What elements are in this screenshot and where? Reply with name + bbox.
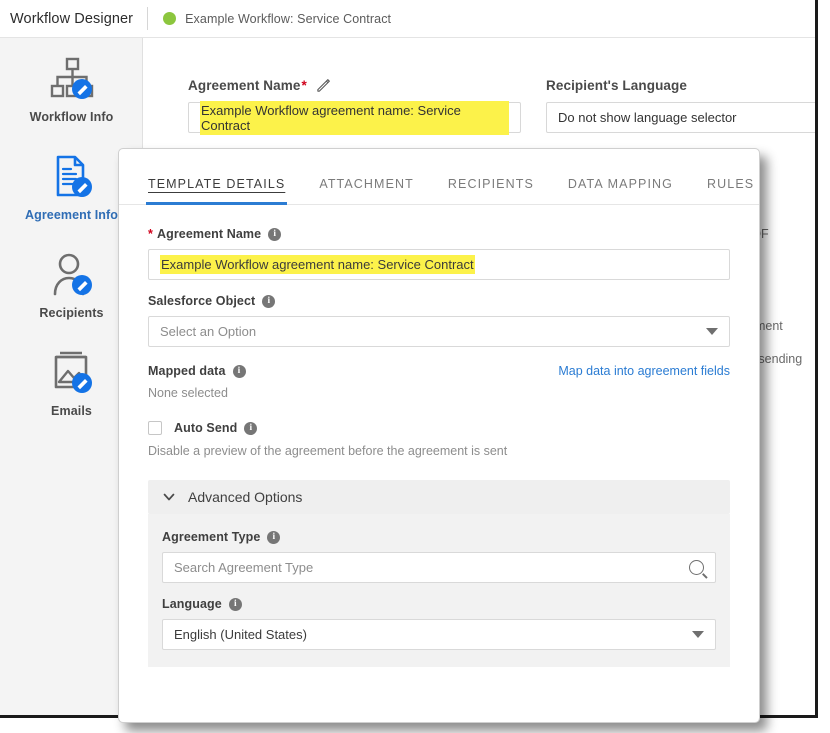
language-select[interactable]: English (United States)	[162, 619, 716, 650]
salesforce-object-placeholder: Select an Option	[160, 324, 257, 339]
recipients-language-field-group: Recipient's Language Do not show languag…	[546, 78, 815, 133]
auto-send-checkbox[interactable]	[148, 421, 162, 435]
modal-agreement-name-input[interactable]: Example Workflow agreement name: Service…	[148, 249, 730, 280]
agreement-type-group: Agreement Type i Search Agreement Type	[162, 530, 716, 583]
info-icon[interactable]: i	[267, 530, 281, 544]
language-label: Language i	[162, 597, 716, 611]
required-marker: *	[301, 78, 307, 93]
required-marker: *	[148, 227, 153, 241]
recipients-language-select[interactable]: Do not show language selector	[546, 102, 815, 133]
email-image-edit-icon	[48, 345, 96, 395]
info-icon[interactable]: i	[232, 364, 246, 378]
advanced-options-title: Advanced Options	[188, 489, 303, 505]
info-icon[interactable]: i	[268, 227, 282, 241]
workflow-hierarchy-icon	[48, 51, 96, 101]
chevron-down-icon	[692, 631, 704, 638]
salesforce-object-select[interactable]: Select an Option	[148, 316, 730, 347]
agreement-type-search-input[interactable]: Search Agreement Type	[162, 552, 716, 583]
workflow-status: Example Workflow: Service Contract	[148, 12, 391, 26]
chevron-down-icon	[706, 328, 718, 335]
auto-send-description: Disable a preview of the agreement befor…	[148, 444, 508, 458]
mapped-data-label: Mapped data i	[148, 364, 246, 378]
document-edit-icon	[48, 149, 96, 199]
agreement-type-placeholder: Search Agreement Type	[174, 560, 314, 575]
salesforce-object-group: Salesforce Object i Select an Option	[148, 294, 730, 347]
language-group: Language i English (United States)	[162, 597, 716, 650]
agreement-name-value: Example Workflow agreement name: Service…	[200, 100, 509, 135]
green-status-dot-icon	[163, 12, 177, 25]
info-icon[interactable]: i	[228, 597, 242, 611]
modal-agreement-name-label: * Agreement Name i	[148, 227, 730, 241]
recipients-language-value: Do not show language selector	[558, 110, 737, 125]
agreement-name-label: Agreement Name *	[188, 78, 521, 93]
search-icon[interactable]	[689, 560, 704, 575]
tab-recipients[interactable]: RECIPIENTS	[448, 177, 534, 204]
mapped-data-value: None selected	[148, 386, 228, 400]
advanced-options-header[interactable]: Advanced Options	[148, 480, 730, 514]
tab-rules[interactable]: RULES	[707, 177, 754, 204]
mapped-data-group: Mapped data i Map data into agreement fi…	[148, 364, 730, 400]
sidebar-item-workflow-info[interactable]: Workflow Info	[0, 38, 143, 136]
pencil-icon[interactable]	[316, 78, 331, 93]
agreement-type-label: Agreement Type i	[162, 530, 716, 544]
agreement-name-input[interactable]: Example Workflow agreement name: Service…	[188, 100, 521, 135]
workflow-name: Example Workflow: Service Contract	[185, 11, 392, 26]
mapped-data-header: Mapped data i Map data into agreement fi…	[148, 364, 730, 378]
chevron-down-icon	[162, 490, 176, 504]
salesforce-object-label: Salesforce Object i	[148, 294, 730, 308]
tab-attachment[interactable]: ATTACHMENT	[319, 177, 414, 204]
info-icon[interactable]: i	[262, 294, 276, 308]
sidebar-label: Emails	[51, 403, 92, 418]
modal-agreement-name-value: Example Workflow agreement name: Service…	[160, 255, 475, 274]
recipients-language-label: Recipient's Language	[546, 78, 687, 93]
tab-template-details[interactable]: TEMPLATE DETAILS	[145, 177, 288, 205]
sidebar-label: Workflow Info	[29, 109, 114, 124]
advanced-options-body: Agreement Type i Search Agreement Type L…	[148, 514, 730, 667]
app-title: Workflow Designer	[10, 10, 134, 27]
modal-tabs: TEMPLATE DETAILS ATTACHMENT RECIPIENTS D…	[119, 149, 759, 205]
agreement-name-field-group: Agreement Name * Example Workflow agreeme…	[188, 78, 521, 135]
modal-body: * Agreement Name i Example Workflow agre…	[119, 205, 759, 667]
auto-send-label: Auto Send i	[174, 421, 258, 435]
modal-agreement-name-group: * Agreement Name i Example Workflow agre…	[148, 227, 730, 280]
language-value: English (United States)	[174, 627, 307, 642]
info-icon[interactable]: i	[244, 421, 258, 435]
person-edit-icon	[48, 247, 96, 297]
map-data-into-agreement-fields-link[interactable]: Map data into agreement fields	[558, 364, 730, 378]
sidebar-label: Recipients	[39, 305, 104, 320]
sidebar-label: Agreement Info	[24, 207, 119, 222]
template-details-modal: TEMPLATE DETAILS ATTACHMENT RECIPIENTS D…	[118, 148, 760, 723]
top-bar: Workflow Designer Example Workflow: Serv…	[0, 0, 815, 38]
screenshot-root: Workflow Designer Example Workflow: Serv…	[0, 0, 830, 733]
tab-data-mapping[interactable]: DATA MAPPING	[568, 177, 673, 204]
auto-send-row[interactable]: Auto Send i	[148, 421, 730, 435]
auto-send-group: Auto Send i Disable a preview of the agr…	[148, 421, 730, 458]
